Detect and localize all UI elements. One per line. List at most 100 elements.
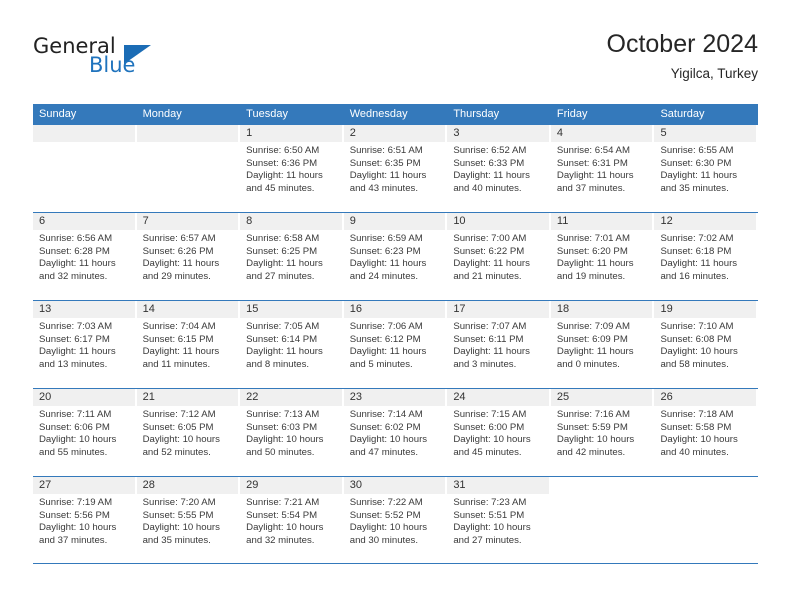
day-detail-line: Daylight: 11 hours — [142, 258, 220, 270]
day-detail-line: and 58 minutes. — [660, 358, 729, 370]
day-detail-line: Sunrise: 7:19 AM — [39, 497, 113, 508]
day-number: 3 — [453, 127, 460, 139]
day-details: Sunrise: 7:06 AM Sunset: 6:12 PM Daylight:… — [344, 318, 448, 371]
day-number: 8 — [246, 215, 253, 227]
day-detail-line: Daylight: 11 hours — [556, 258, 634, 270]
day-detail-line: Sunrise: 6:51 AM — [349, 145, 423, 156]
day-number-band: 23 — [343, 389, 446, 406]
day-cell[interactable]: 5 Sunrise: 6:55 AM Sunset: 6:30 PM Daylight… — [654, 125, 759, 212]
day-cell-empty — [33, 125, 137, 212]
day-detail-line: and 37 minutes. — [39, 534, 108, 546]
day-cell-empty — [654, 477, 759, 564]
day-details: Sunrise: 7:22 AM Sunset: 5:52 PM Daylight:… — [344, 494, 448, 547]
day-detail-line: and 16 minutes. — [660, 270, 729, 282]
day-number-band: 3 — [447, 125, 549, 142]
day-details: Sunrise: 6:55 AM Sunset: 6:30 PM Daylight:… — [654, 142, 758, 195]
day-number-band — [33, 125, 135, 142]
day-detail-line: Sunset: 6:30 PM — [660, 157, 732, 169]
day-cell[interactable]: 16 Sunrise: 7:06 AM Sunset: 6:12 PM Dayligh… — [343, 301, 448, 388]
day-detail-line: Sunset: 6:17 PM — [39, 333, 110, 345]
day-number: 7 — [142, 215, 149, 227]
day-detail-line: Daylight: 10 hours — [142, 522, 220, 534]
day-number: 19 — [660, 303, 673, 315]
day-cell[interactable]: 17 Sunrise: 7:07 AM Sunset: 6:11 PM Dayligh… — [447, 301, 551, 388]
day-number-band: 20 — [33, 389, 135, 406]
day-detail-line: Daylight: 10 hours — [453, 434, 531, 446]
day-detail-line: Sunrise: 7:05 AM — [246, 321, 320, 332]
day-number: 28 — [142, 479, 155, 491]
day-number: 2 — [349, 127, 356, 139]
calendar-week-row: 27 Sunrise: 7:19 AM Sunset: 5:56 PM Dayligh… — [33, 476, 759, 564]
day-detail-line: and 52 minutes. — [142, 446, 211, 458]
day-detail-line: Sunset: 5:59 PM — [556, 421, 628, 433]
day-cell[interactable]: 3 Sunrise: 6:52 AM Sunset: 6:33 PM Daylight… — [447, 125, 551, 212]
day-cell[interactable]: 14 Sunrise: 7:04 AM Sunset: 6:15 PM Dayligh… — [136, 301, 241, 388]
day-detail-line: and 30 minutes. — [349, 534, 419, 546]
day-cell[interactable]: 27 Sunrise: 7:19 AM Sunset: 5:56 PM Dayligh… — [33, 477, 137, 564]
day-detail-line: Daylight: 10 hours — [142, 434, 220, 446]
day-cell[interactable]: 24 Sunrise: 7:15 AM Sunset: 6:00 PM Dayligh… — [447, 389, 551, 476]
day-cell[interactable]: 7 Sunrise: 6:57 AM Sunset: 6:26 PM Daylight… — [136, 213, 241, 300]
day-detail-line: Sunset: 5:56 PM — [39, 509, 110, 521]
day-detail-line: Daylight: 10 hours — [39, 522, 117, 534]
day-detail-line: Daylight: 11 hours — [39, 258, 116, 270]
day-cell[interactable]: 23 Sunrise: 7:14 AM Sunset: 6:02 PM Dayligh… — [343, 389, 448, 476]
day-cell[interactable]: 30 Sunrise: 7:22 AM Sunset: 5:52 PM Dayligh… — [343, 477, 448, 564]
day-detail-line: Sunset: 5:52 PM — [349, 509, 421, 521]
day-detail-line: Sunrise: 7:04 AM — [142, 321, 216, 332]
day-detail-line: Sunrise: 6:57 AM — [142, 233, 216, 244]
day-detail-line: Sunrise: 7:01 AM — [556, 233, 630, 244]
day-number: 1 — [246, 127, 253, 139]
day-detail-line: Sunrise: 6:50 AM — [246, 145, 320, 156]
day-cell[interactable]: 28 Sunrise: 7:20 AM Sunset: 5:55 PM Dayligh… — [136, 477, 241, 564]
day-number-band: 13 — [33, 301, 135, 318]
day-detail-line: Sunrise: 7:12 AM — [142, 409, 216, 420]
day-cell[interactable]: 26 Sunrise: 7:18 AM Sunset: 5:58 PM Dayligh… — [654, 389, 759, 476]
day-cell[interactable]: 2 Sunrise: 6:51 AM Sunset: 6:35 PM Daylight… — [343, 125, 448, 212]
day-number: 10 — [453, 215, 466, 227]
day-cell[interactable]: 25 Sunrise: 7:16 AM Sunset: 5:59 PM Dayligh… — [550, 389, 655, 476]
page-header: General Blue October 2024 Yigilca, Turke… — [33, 28, 758, 98]
day-detail-line: and 40 minutes. — [453, 182, 522, 194]
day-number-band: 11 — [550, 213, 653, 230]
day-detail-line: and 5 minutes. — [349, 358, 413, 370]
day-number-band: 4 — [550, 125, 653, 142]
day-cell[interactable]: 11 Sunrise: 7:01 AM Sunset: 6:20 PM Dayligh… — [550, 213, 655, 300]
day-detail-line: Sunset: 6:05 PM — [142, 421, 214, 433]
day-detail-line: Sunset: 6:36 PM — [246, 157, 318, 169]
day-detail-line: Sunrise: 7:09 AM — [556, 321, 630, 332]
day-detail-line: Sunset: 6:18 PM — [660, 245, 732, 257]
day-detail-line: Sunrise: 6:55 AM — [660, 145, 734, 156]
day-detail-line: Sunrise: 7:21 AM — [246, 497, 320, 508]
day-cell[interactable]: 13 Sunrise: 7:03 AM Sunset: 6:17 PM Dayligh… — [33, 301, 137, 388]
day-cell[interactable]: 4 Sunrise: 6:54 AM Sunset: 6:31 PM Daylight… — [550, 125, 655, 212]
day-detail-line: and 0 minutes. — [556, 358, 620, 370]
day-cell[interactable]: 1 Sunrise: 6:50 AM Sunset: 6:36 PM Daylight… — [240, 125, 344, 212]
day-cell[interactable]: 19 Sunrise: 7:10 AM Sunset: 6:08 PM Dayligh… — [654, 301, 759, 388]
day-cell[interactable]: 22 Sunrise: 7:13 AM Sunset: 6:03 PM Dayligh… — [240, 389, 344, 476]
day-cell[interactable]: 20 Sunrise: 7:11 AM Sunset: 6:06 PM Dayligh… — [33, 389, 137, 476]
day-detail-line: and 55 minutes. — [39, 446, 108, 458]
day-number-band: 28 — [136, 477, 239, 494]
day-cell[interactable]: 10 Sunrise: 7:00 AM Sunset: 6:22 PM Dayligh… — [447, 213, 551, 300]
day-cell[interactable]: 6 Sunrise: 6:56 AM Sunset: 6:28 PM Daylight… — [33, 213, 137, 300]
day-detail-line: Daylight: 11 hours — [349, 258, 427, 270]
day-cell[interactable]: 31 Sunrise: 7:23 AM Sunset: 5:51 PM Dayligh… — [447, 477, 551, 564]
day-number-band: 7 — [136, 213, 239, 230]
day-number-band: 17 — [447, 301, 549, 318]
day-cell[interactable]: 29 Sunrise: 7:21 AM Sunset: 5:54 PM Dayligh… — [240, 477, 344, 564]
day-detail-line: Daylight: 10 hours — [660, 346, 738, 358]
day-cell[interactable]: 12 Sunrise: 7:02 AM Sunset: 6:18 PM Dayligh… — [654, 213, 759, 300]
day-cell[interactable]: 8 Sunrise: 6:58 AM Sunset: 6:25 PM Daylight… — [240, 213, 344, 300]
weekday-header-friday: Friday — [556, 108, 588, 120]
day-detail-line: Sunset: 5:51 PM — [453, 509, 525, 521]
day-cell[interactable]: 15 Sunrise: 7:05 AM Sunset: 6:14 PM Dayligh… — [240, 301, 344, 388]
day-number-band — [550, 477, 653, 494]
calendar-page: General Blue October 2024 Yigilca, Turke… — [0, 0, 792, 612]
day-cell[interactable]: 21 Sunrise: 7:12 AM Sunset: 6:05 PM Dayligh… — [136, 389, 241, 476]
day-detail-line: and 37 minutes. — [556, 182, 626, 194]
day-details: Sunrise: 7:07 AM Sunset: 6:11 PM Daylight:… — [447, 318, 551, 371]
day-cell[interactable]: 9 Sunrise: 6:59 AM Sunset: 6:23 PM Daylight… — [343, 213, 448, 300]
day-details: Sunrise: 7:13 AM Sunset: 6:03 PM Daylight:… — [240, 406, 344, 459]
day-cell[interactable]: 18 Sunrise: 7:09 AM Sunset: 6:09 PM Dayligh… — [550, 301, 655, 388]
